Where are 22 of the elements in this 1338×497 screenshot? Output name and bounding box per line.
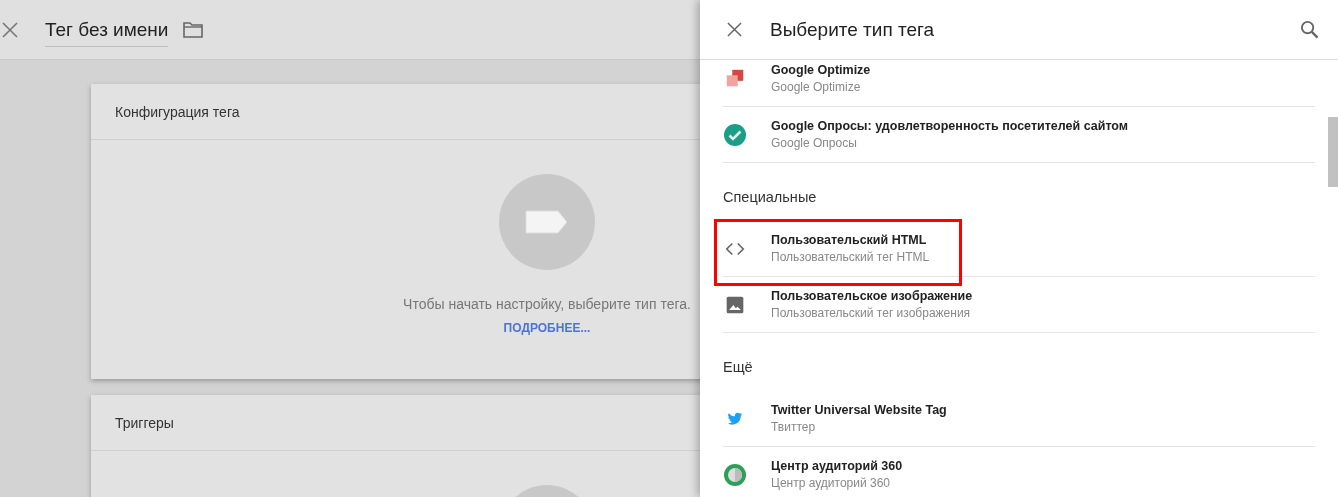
- panel-title: Выберите тип тега: [770, 18, 936, 41]
- card-title: Триггеры: [115, 414, 174, 431]
- tag-type-item[interactable]: Центр аудиторий 360 Центр аудиторий 360: [723, 447, 1315, 497]
- card-title: Конфигурация тега: [115, 103, 240, 120]
- ring-icon: [723, 462, 747, 487]
- bird-icon: [727, 410, 743, 427]
- section-heading: Ещё: [723, 358, 754, 377]
- check-circle-icon: [723, 122, 747, 147]
- search-icon[interactable]: [1300, 20, 1319, 39]
- close-icon[interactable]: [2, 21, 18, 38]
- tag-type-item[interactable]: Google Опросы: удовлетворенность посетителей сайтом Google Опросы: [723, 107, 1315, 163]
- close-icon[interactable]: [727, 22, 742, 37]
- tag-type-item[interactable]: Пользовательское изображение Пользовательский тег изображения: [723, 277, 1315, 333]
- section-heading: Специальные: [723, 188, 818, 207]
- tag-type-item[interactable]: Google Optimize Google Optimize: [723, 60, 1315, 107]
- folder-icon[interactable]: [183, 21, 204, 38]
- tag-name-field[interactable]: Тег без имени: [45, 12, 169, 47]
- scrollbar-thumb[interactable]: [1328, 117, 1338, 187]
- tag-type-item[interactable]: Пользовательский HTML Пользовательский тег HTML: [723, 221, 1315, 277]
- tag-type-item[interactable]: Twitter Universal Website Tag Твиттер: [723, 391, 1315, 447]
- empty-hint: Чтобы начать настройку, выберите тип тега.: [403, 296, 691, 312]
- image-icon: [725, 294, 745, 315]
